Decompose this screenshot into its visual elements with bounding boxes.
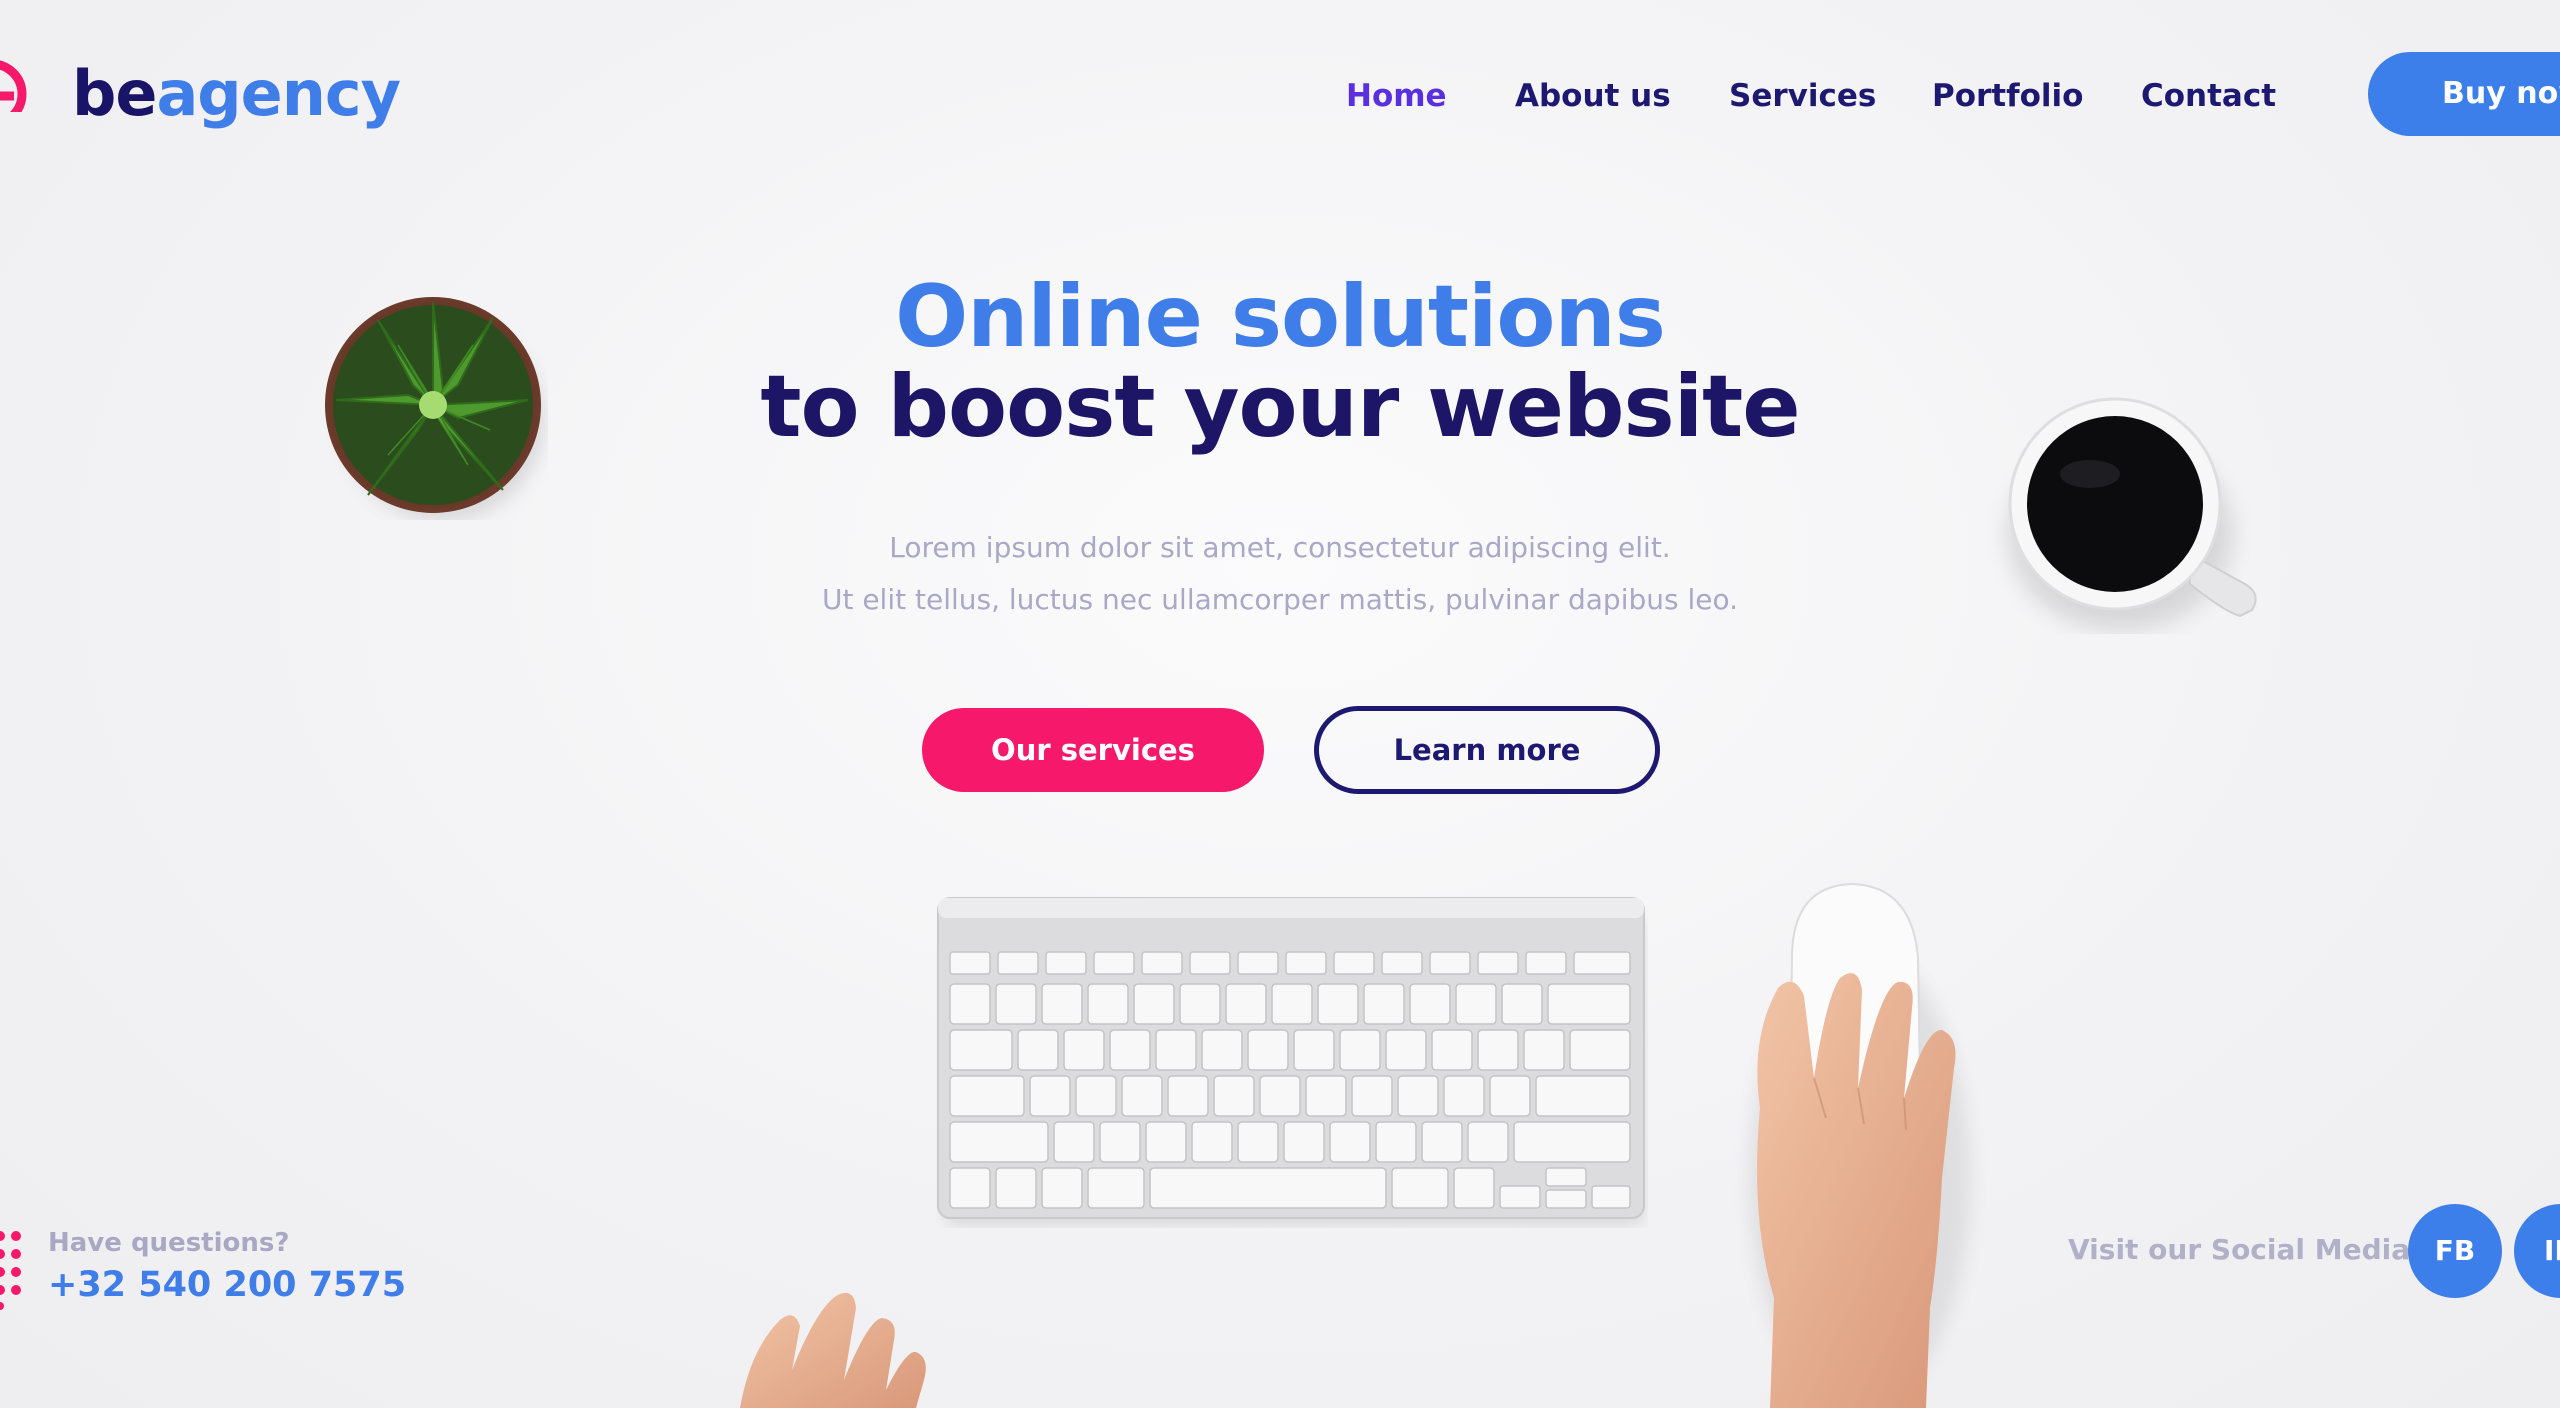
- contact-phone[interactable]: +32 540 200 7575: [48, 1262, 406, 1308]
- hero-headline-line2: to boost your website: [760, 357, 1800, 457]
- left-hand-image: [740, 1292, 926, 1408]
- contact-question: Have questions?: [48, 1228, 290, 1258]
- keyboard-image: [937, 897, 1645, 1226]
- facebook-button[interactable]: FB: [2408, 1204, 2502, 1298]
- nav-services[interactable]: Services: [1729, 74, 1876, 118]
- hero-subtext-line2: Ut elit tellus, luctus nec ullamcorper m…: [821, 583, 1739, 616]
- brand-name-part2: agency: [156, 57, 401, 130]
- buy-now-button[interactable]: Buy now: [2368, 52, 2560, 136]
- dots-grid-icon: [0, 1231, 21, 1310]
- brand-name-part1: be: [72, 57, 157, 130]
- our-services-button[interactable]: Our services: [922, 708, 1264, 792]
- nav-about-us[interactable]: About us: [1515, 74, 1671, 118]
- hero-subtext-line1: Lorem ipsum dolor sit amet, consectetur …: [889, 531, 1671, 564]
- nav-portfolio[interactable]: Portfolio: [1932, 74, 2083, 118]
- social-media-label: Visit our Social Media: [2068, 1233, 2411, 1266]
- nav-contact[interactable]: Contact: [2141, 74, 2276, 118]
- brand-logo[interactable]: beagency: [72, 57, 401, 130]
- hand-on-mouse-image: [1750, 882, 1970, 1408]
- nav-home[interactable]: Home: [1346, 74, 1447, 118]
- e-circle-logo-icon: [0, 60, 27, 112]
- instagram-button[interactable]: IN: [2514, 1204, 2560, 1298]
- hero-section: beagency Home About us Services Portfoli…: [0, 0, 2560, 1408]
- learn-more-button[interactable]: Learn more: [1314, 706, 1660, 794]
